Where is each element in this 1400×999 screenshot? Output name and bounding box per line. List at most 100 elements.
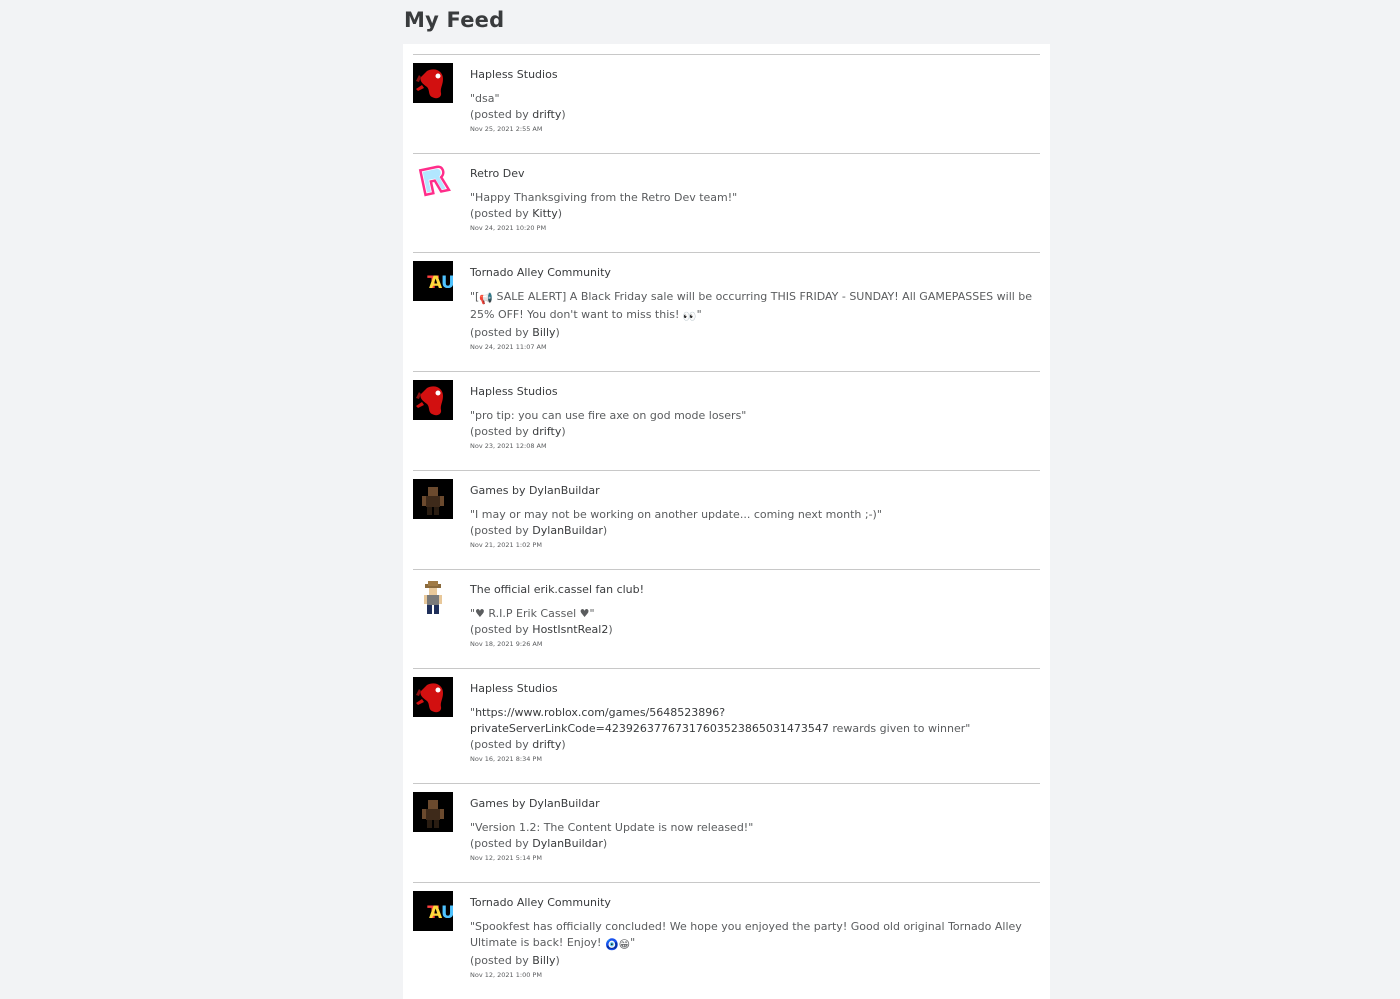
post-text: "pro tip: you can use fire axe on god mo… [470, 408, 1040, 424]
poster-link[interactable]: drifty [532, 108, 561, 121]
poster-link[interactable]: DylanBuildar [532, 837, 603, 850]
posted-by-prefix: (posted by [470, 108, 533, 121]
poster-link[interactable]: drifty [532, 738, 561, 751]
poster-link[interactable]: HostIsntReal2 [532, 623, 608, 636]
group-name-link[interactable]: Hapless Studios [470, 68, 558, 82]
feed-item: Games by DylanBuildar "I may or may not … [413, 470, 1040, 569]
dylan-logo-icon[interactable] [413, 792, 453, 832]
post-date: Nov 21, 2021 1:02 PM [470, 541, 542, 549]
post-text-content: "Spookfest has officially concluded! We … [470, 920, 1022, 949]
poster-link[interactable]: drifty [532, 425, 561, 438]
post-text-content: SALE ALERT] A Black Friday sale will be … [470, 290, 1033, 321]
posted-by-suffix: ) [561, 425, 566, 438]
feed-item: Games by DylanBuildar "Version 1.2: The … [413, 783, 1040, 882]
post-text: "I may or may not be working on another … [470, 507, 1040, 523]
post-text-open: "[ [470, 290, 480, 303]
emoji-icon: 🧿😁 [604, 938, 631, 951]
posted-by-prefix: (posted by [470, 326, 533, 339]
posted-by: (posted by HostIsntReal2) [470, 622, 1040, 637]
posted-by: (posted by DylanBuildar) [470, 523, 1040, 538]
post-text-close: " [696, 308, 702, 321]
post-date: Nov 12, 2021 5:14 PM [470, 854, 542, 862]
hapless-logo-icon[interactable] [413, 63, 453, 103]
posted-by-suffix: ) [555, 954, 560, 967]
posted-by-prefix: (posted by [470, 623, 533, 636]
posted-by: (posted by Billy) [470, 953, 1040, 968]
eyes-icon: 👀 [682, 310, 697, 323]
feed-item: Retro Dev "Happy Thanksgiving from the R… [413, 153, 1040, 252]
group-name-link[interactable]: Tornado Alley Community [470, 266, 611, 280]
post-text: "https://www.roblox.com/games/5648523896… [470, 705, 1040, 737]
posted-by-suffix: ) [555, 326, 560, 339]
post-text: "Version 1.2: The Content Update is now … [470, 820, 1040, 836]
post-text: "[📢 SALE ALERT] A Black Friday sale will… [470, 289, 1040, 325]
post-text-content: "I may or may not be working on another … [470, 508, 882, 521]
post-text-content: rewards given to winner" [828, 722, 971, 735]
feed-item: Hapless Studios "pro tip: you can use fi… [413, 371, 1040, 470]
posted-by: (posted by Kitty) [470, 206, 1040, 221]
post-text-content: "dsa" [470, 92, 500, 105]
posted-by-prefix: (posted by [470, 837, 533, 850]
poster-link[interactable]: Billy [532, 954, 555, 967]
post-date: Nov 23, 2021 12:08 AM [470, 442, 547, 450]
hapless-logo-icon[interactable] [413, 677, 453, 717]
post-text: "♥ R.I.P Erik Cassel ♥" [470, 606, 1040, 622]
tau-logo-icon[interactable] [413, 891, 453, 931]
group-name-link[interactable]: Retro Dev [470, 167, 524, 181]
game-link[interactable]: https://www.roblox.com/games/5648523896?… [470, 706, 829, 735]
group-name-link[interactable]: Hapless Studios [470, 385, 558, 399]
posted-by-suffix: ) [602, 837, 608, 850]
posted-by-prefix: (posted by [470, 207, 533, 220]
group-name-link[interactable]: The official erik.cassel fan club! [470, 583, 644, 597]
posted-by-prefix: (posted by [470, 738, 533, 751]
group-name-link[interactable]: Tornado Alley Community [470, 896, 611, 910]
post-text: "Spookfest has officially concluded! We … [470, 919, 1040, 953]
feed-item: The official erik.cassel fan club! "♥ R.… [413, 569, 1040, 668]
feed-item: Tornado Alley Community "[📢 SALE ALERT] … [413, 252, 1040, 371]
hapless-logo-icon[interactable] [413, 380, 453, 420]
post-text: "Happy Thanksgiving from the Retro Dev t… [470, 190, 1040, 206]
feed-item: Hapless Studios "https://www.roblox.com/… [413, 668, 1040, 783]
posted-by-prefix: (posted by [470, 425, 533, 438]
posted-by-suffix: ) [561, 738, 566, 751]
posted-by: (posted by Billy) [470, 325, 1040, 340]
posted-by: (posted by drifty) [470, 107, 1040, 122]
post-text: "dsa" [470, 91, 1040, 107]
post-text-content: "Happy Thanksgiving from the Retro Dev t… [470, 191, 738, 204]
group-name-link[interactable]: Games by DylanBuildar [470, 797, 600, 811]
post-text-content: "pro tip: you can use fire axe on god mo… [470, 409, 747, 422]
tau-logo-icon[interactable] [413, 261, 453, 301]
megaphone-icon: 📢 [479, 292, 494, 305]
post-date: Nov 24, 2021 10:20 PM [470, 224, 547, 232]
group-name-link[interactable]: Hapless Studios [470, 682, 558, 696]
post-text-content: "♥ R.I.P Erik Cassel ♥" [470, 607, 595, 620]
post-text-content: "Version 1.2: The Content Update is now … [470, 821, 754, 834]
erik-avatar-icon[interactable] [413, 578, 453, 618]
post-date: Nov 18, 2021 9:26 AM [470, 640, 543, 648]
posted-by-suffix: ) [557, 207, 562, 220]
posted-by-suffix: ) [561, 108, 566, 121]
poster-link[interactable]: Billy [532, 326, 555, 339]
feed-item: Tornado Alley Community "Spookfest has o… [413, 882, 1040, 999]
posted-by-suffix: ) [608, 623, 613, 636]
posted-by-suffix: ) [602, 524, 608, 537]
post-date: Nov 16, 2021 8:34 PM [470, 755, 542, 763]
post-date: Nov 24, 2021 11:07 AM [470, 343, 547, 351]
post-date: Nov 12, 2021 1:00 PM [470, 971, 542, 979]
posted-by-prefix: (posted by [470, 524, 533, 537]
posted-by-prefix: (posted by [470, 954, 533, 967]
page: My Feed Hapless Studios "dsa" (posted by… [403, 0, 1050, 999]
post-date: Nov 25, 2021 2:55 AM [470, 125, 543, 133]
poster-link[interactable]: Kitty [532, 207, 557, 220]
page-title: My Feed [404, 8, 505, 32]
feed-item: Hapless Studios "dsa" (posted by drifty)… [413, 54, 1040, 153]
dylan-logo-icon[interactable] [413, 479, 453, 519]
group-name-link[interactable]: Games by DylanBuildar [470, 484, 600, 498]
post-text-close: " [630, 936, 636, 949]
posted-by: (posted by DylanBuildar) [470, 836, 1040, 851]
feed-list: Hapless Studios "dsa" (posted by drifty)… [403, 44, 1050, 999]
posted-by: (posted by drifty) [470, 737, 1040, 752]
retro-dev-logo-icon[interactable] [413, 162, 453, 202]
posted-by: (posted by drifty) [470, 424, 1040, 439]
poster-link[interactable]: DylanBuildar [532, 524, 603, 537]
